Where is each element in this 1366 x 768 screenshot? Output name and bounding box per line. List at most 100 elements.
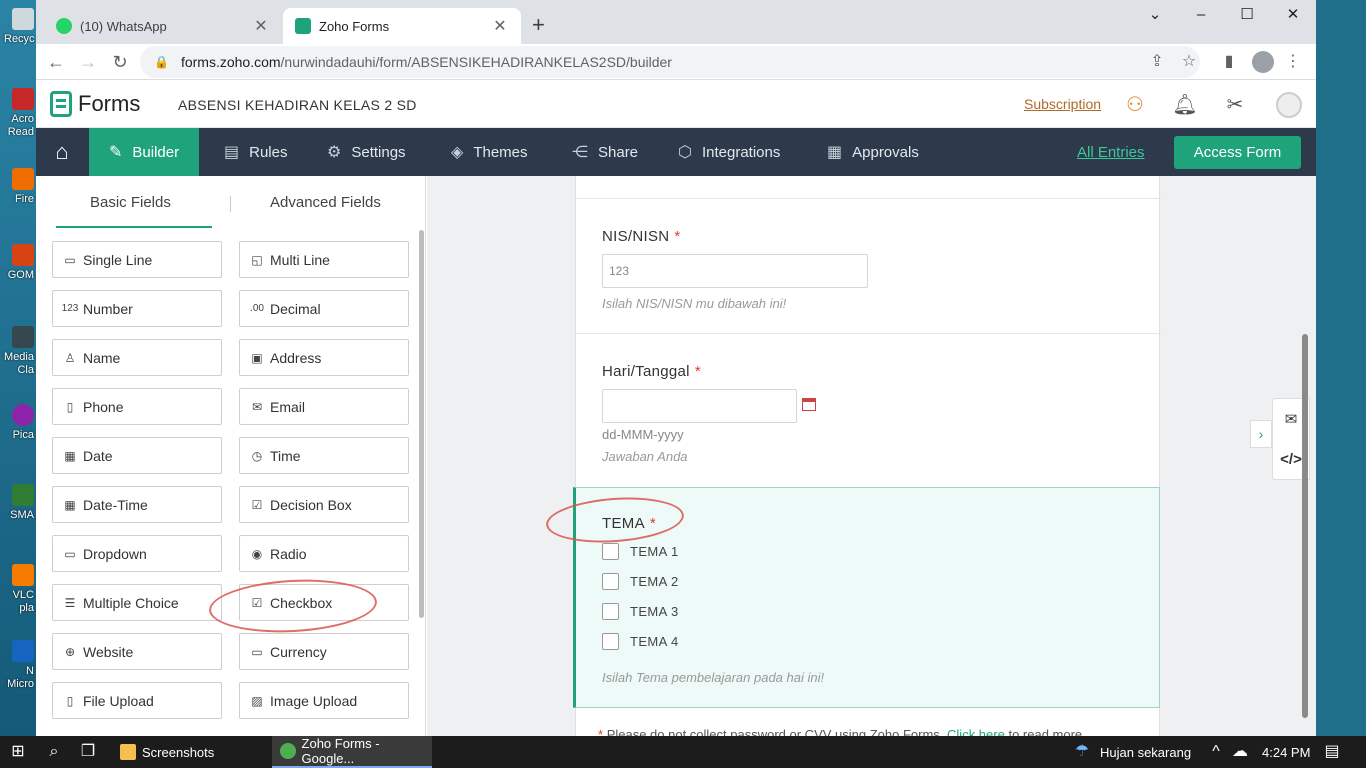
subscription-link[interactable]: Subscription [1024, 96, 1101, 112]
all-entries-link[interactable]: All Entries [1077, 144, 1145, 161]
weather-text[interactable]: Hujan sekarang [1100, 745, 1191, 760]
desktop-icon-firefox[interactable]: Fire [4, 168, 34, 206]
field-date-time[interactable]: ▦ Date-Time [52, 486, 222, 523]
field-phone[interactable]: ▯ Phone [52, 388, 222, 425]
forward-arrow-icon[interactable]: → [76, 50, 100, 74]
field-address[interactable]: ▣ Address [239, 339, 409, 376]
chevron-up-icon[interactable]: ^ [1204, 742, 1228, 762]
tab-zoho-forms[interactable]: Zoho Forms ✕ [283, 8, 521, 44]
search-icon[interactable]: ⌕ [42, 742, 66, 762]
clock-icon: ◷ [251, 448, 263, 463]
chevron-right-icon[interactable]: › [1250, 420, 1272, 448]
nav-rules[interactable]: ▤ Rules [224, 128, 287, 176]
umbrella-weather-icon[interactable]: ☂ [1070, 742, 1094, 762]
desktop-icon-gom[interactable]: GOM [4, 244, 34, 282]
field-website[interactable]: ⊕ Website [52, 633, 222, 670]
sma-icon [12, 484, 34, 506]
share-page-icon[interactable]: ⇪ [1146, 52, 1168, 72]
more-menu-icon[interactable]: ⋮ [1282, 52, 1304, 72]
field-single-line[interactable]: ▭ Single Line [52, 241, 222, 278]
paint-bucket-icon: ◈ [451, 144, 464, 161]
user-avatar[interactable] [1276, 92, 1302, 118]
checkbox[interactable] [602, 573, 619, 590]
field-email[interactable]: ✉ Email [239, 388, 409, 425]
windows-start-icon[interactable]: ⊞ [6, 742, 30, 762]
field-currency[interactable]: ▭ Currency [239, 633, 409, 670]
currency-icon: ▭ [251, 644, 263, 659]
window-close-icon[interactable]: ✕ [1270, 4, 1316, 26]
fields-scrollbar[interactable] [419, 230, 424, 618]
tema-option-1[interactable]: TEMA 1 [602, 543, 679, 560]
clock-time[interactable]: 4:24 PM [1262, 745, 1310, 760]
home-icon[interactable]: ⌂ [36, 128, 88, 176]
field-time[interactable]: ◷ Time [239, 437, 409, 474]
required-marker: * [674, 228, 681, 245]
profile-avatar[interactable] [1252, 51, 1274, 73]
field-multiple-choice[interactable]: ☰ Multiple Choice [52, 584, 222, 621]
calendar-icon[interactable] [802, 398, 816, 411]
checkbox[interactable] [602, 603, 619, 620]
field-multi-line[interactable]: ◱ Multi Line [239, 241, 409, 278]
nav-share[interactable]: ⋲ Share [572, 128, 638, 176]
field-dropdown[interactable]: ▭ Dropdown [52, 535, 222, 572]
desktop-icon-sma[interactable]: SMA [4, 484, 34, 522]
checkbox[interactable] [602, 543, 619, 560]
field-radio[interactable]: ◉ Radio [239, 535, 409, 572]
field-decimal[interactable]: .00 Decimal [239, 290, 409, 327]
nav-integrations[interactable]: ⬡ Integrations [678, 128, 780, 176]
folder-icon [120, 744, 136, 760]
tema-option-3[interactable]: TEMA 3 [602, 603, 679, 620]
back-arrow-icon[interactable]: ← [44, 50, 68, 74]
tema-option-2[interactable]: TEMA 2 [602, 573, 679, 590]
field-name[interactable]: ♙ Name [52, 339, 222, 376]
nav-themes[interactable]: ◈ Themes [451, 128, 528, 176]
desktop-icon-recycle-bin[interactable]: Recyc [4, 8, 35, 46]
field-file-upload[interactable]: ▯ File Upload [52, 682, 222, 719]
bookmark-star-icon[interactable]: ☆ [1178, 52, 1200, 72]
multi-line-icon: ◱ [251, 252, 263, 267]
cloud-icon[interactable]: ☁ [1228, 742, 1252, 762]
field-decision-box[interactable]: ☑ Decision Box [239, 486, 409, 523]
field-number[interactable]: 123 Number [52, 290, 222, 327]
close-icon[interactable]: ✕ [491, 16, 509, 36]
desktop-icon-picasa[interactable]: Pica [4, 404, 34, 442]
access-form-button[interactable]: Access Form [1174, 136, 1301, 169]
click-here-link[interactable]: Click here [947, 727, 1005, 736]
tab-whatsapp[interactable]: (10) WhatsApp ✕ [44, 8, 282, 44]
desktop-icon-vlc[interactable]: VLC pla [4, 564, 34, 615]
tab-search-chevron-icon[interactable]: ⌄ [1132, 4, 1178, 26]
canvas-scrollbar[interactable] [1302, 334, 1308, 718]
side-panel-icon[interactable]: ▮ [1218, 52, 1240, 72]
checkbox[interactable] [602, 633, 619, 650]
nav-settings[interactable]: ⚙ Settings [327, 128, 406, 176]
bell-icon[interactable]: 🔔︎ [1172, 92, 1198, 117]
nav-approvals[interactable]: ▦ Approvals [827, 128, 919, 176]
date-field-label: Hari/Tanggal * [602, 363, 701, 380]
close-icon[interactable]: ✕ [252, 16, 270, 36]
users-icon[interactable]: ⚇ [1122, 92, 1148, 117]
minimize-icon[interactable]: – [1178, 4, 1224, 26]
tab-basic-fields[interactable]: Basic Fields [90, 194, 171, 211]
url-input[interactable]: 🔒 forms.zoho.com/nurwindadauhi/form/ABSE… [140, 46, 1200, 78]
field-date[interactable]: ▦ Date [52, 437, 222, 474]
desktop-icon-acrobat[interactable]: Acro Read [4, 88, 34, 139]
reload-icon[interactable]: ↻ [108, 50, 132, 74]
nis-input[interactable]: 123 [602, 254, 868, 288]
tema-option-4[interactable]: TEMA 4 [602, 633, 679, 650]
new-tab-plus-icon[interactable]: + [532, 14, 545, 36]
date-input[interactable] [602, 389, 797, 423]
taskbar-app-chrome[interactable]: Zoho Forms - Google... [272, 736, 432, 768]
tools-icon[interactable]: ✂ [1222, 92, 1248, 117]
field-image-upload[interactable]: ▨ Image Upload [239, 682, 409, 719]
tab-advanced-fields[interactable]: Advanced Fields [270, 194, 381, 211]
radio-icon: ◉ [251, 546, 263, 561]
chrome-icon [280, 743, 296, 759]
taskbar-app-screenshots[interactable]: Screenshots [112, 736, 270, 768]
desktop-icon-media-player[interactable]: Media Cla [4, 326, 34, 377]
maximize-icon[interactable]: ☐ [1224, 4, 1270, 26]
notifications-icon[interactable]: ▤ [1320, 742, 1344, 762]
desktop-icon-word[interactable]: N Micro [4, 640, 34, 691]
task-view-icon[interactable]: ❐ [76, 742, 100, 762]
nis-field-label: NIS/NISN * [602, 228, 681, 245]
nav-builder[interactable]: ✎ Builder [89, 128, 200, 176]
